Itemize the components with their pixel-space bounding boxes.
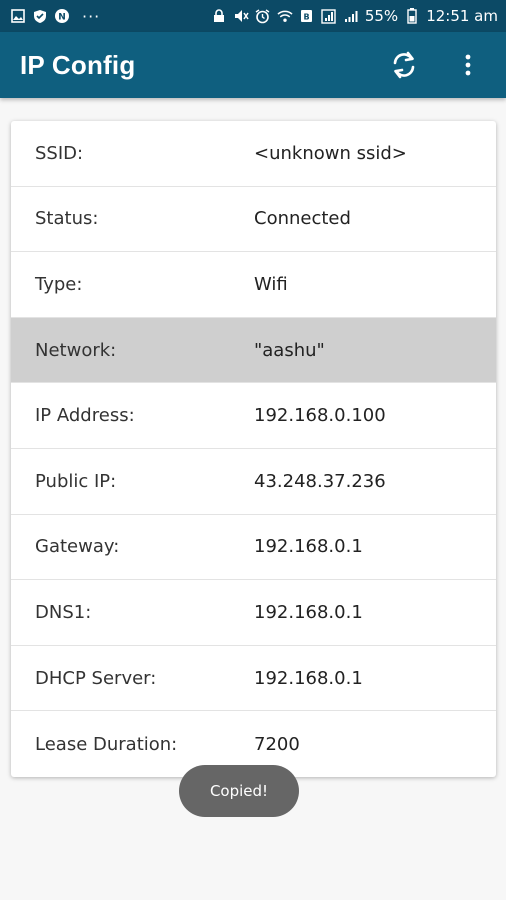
more-vertical-icon (465, 54, 471, 76)
row-label: Status: (35, 208, 99, 230)
row-value: Connected (254, 208, 351, 230)
row-label: Type: (35, 273, 83, 295)
row-dns1[interactable]: DNS1: 192.168.0.1 (11, 580, 496, 646)
row-value: 192.168.0.100 (254, 405, 386, 427)
notification-icon: N (54, 8, 70, 24)
row-ssid[interactable]: SSID: <unknown ssid> (11, 121, 496, 187)
app-actions (386, 47, 486, 83)
row-value: Wifi (254, 273, 288, 295)
battery-icon (404, 8, 420, 24)
overflow-menu-button[interactable] (450, 47, 486, 83)
row-dhcp-server[interactable]: DHCP Server: 192.168.0.1 (11, 646, 496, 712)
copied-toast: Copied! (179, 765, 299, 817)
row-public-ip[interactable]: Public IP: 43.248.37.236 (11, 449, 496, 515)
row-value: 43.248.37.236 (254, 470, 386, 492)
signal-box-icon (321, 8, 337, 24)
row-gateway[interactable]: Gateway: 192.168.0.1 (11, 515, 496, 581)
gallery-icon (10, 8, 26, 24)
svg-text:N: N (58, 13, 66, 23)
row-type[interactable]: Type: Wifi (11, 252, 496, 318)
status-left: N ··· (10, 7, 100, 26)
shield-icon (32, 8, 48, 24)
row-label: DHCP Server: (35, 667, 157, 689)
row-value: 192.168.0.1 (254, 601, 363, 623)
wifi-icon (277, 8, 293, 24)
row-label: Network: (35, 339, 117, 361)
network-info-card: SSID: <unknown ssid> Status: Connected T… (11, 121, 496, 777)
refresh-button[interactable] (386, 47, 422, 83)
svg-text:B: B (304, 13, 310, 22)
row-value: <unknown ssid> (254, 142, 407, 164)
app-title: IP Config (20, 49, 136, 80)
row-value: "aashu" (254, 339, 325, 361)
status-bar: N ··· B 55% 12:51 am (0, 0, 506, 32)
lock-icon (211, 8, 227, 24)
refresh-icon (393, 51, 415, 79)
row-label: IP Address: (35, 405, 135, 427)
status-right: B 55% 12:51 am (211, 7, 498, 25)
row-label: DNS1: (35, 601, 92, 623)
cell-signal-icon (343, 8, 359, 24)
row-status[interactable]: Status: Connected (11, 187, 496, 253)
row-network[interactable]: Network: "aashu" (11, 317, 496, 384)
app-bar: IP Config (0, 32, 506, 98)
row-label: SSID: (35, 142, 84, 164)
row-label: Public IP: (35, 470, 117, 492)
mute-icon (233, 8, 249, 24)
row-value: 192.168.0.1 (254, 536, 363, 558)
clock-time: 12:51 am (426, 7, 498, 25)
more-notifications-indicator: ··· (82, 6, 101, 26)
row-label: Gateway: (35, 536, 120, 558)
alarm-icon (255, 8, 271, 24)
row-label: Lease Duration: (35, 733, 178, 755)
data-saver-icon: B (299, 8, 315, 24)
row-value: 7200 (254, 733, 300, 755)
row-value: 192.168.0.1 (254, 667, 363, 689)
row-ip-address[interactable]: IP Address: 192.168.0.100 (11, 383, 496, 449)
battery-percentage: 55% (364, 7, 399, 25)
